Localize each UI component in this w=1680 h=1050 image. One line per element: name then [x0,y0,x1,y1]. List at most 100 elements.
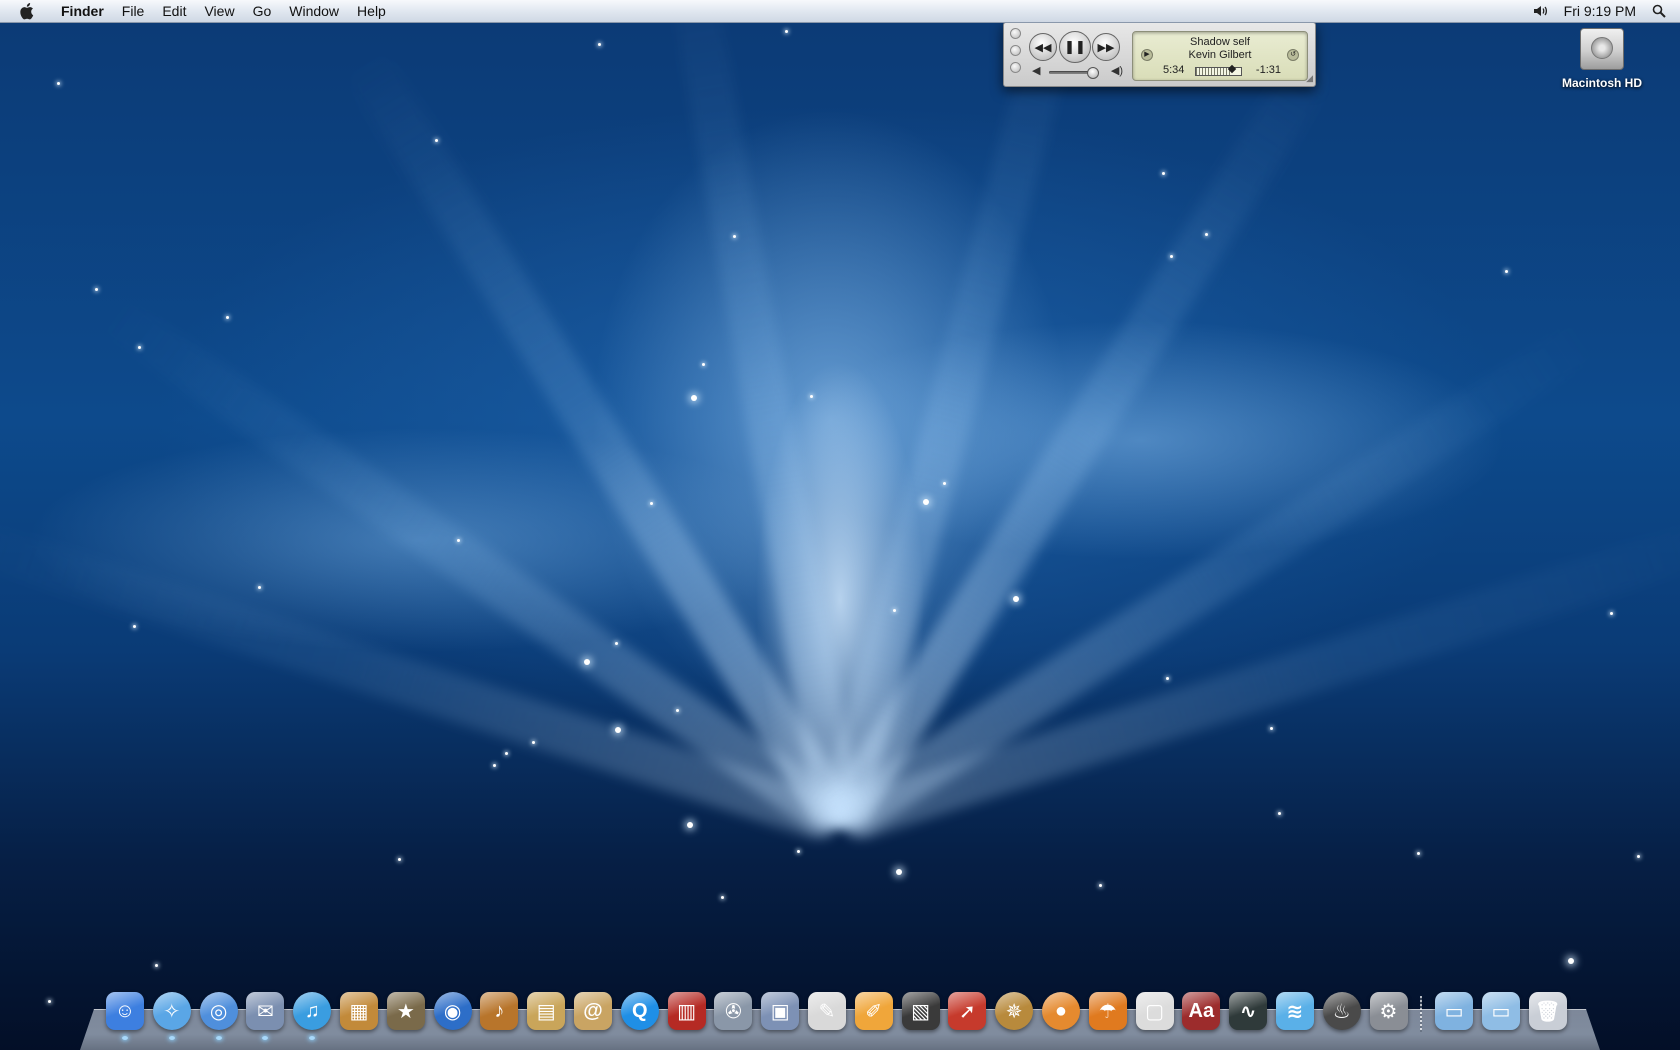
dock-activity-monitor[interactable]: ∿ [1227,990,1269,1032]
menu-file[interactable]: File [113,0,154,22]
iphoto-icon: ▦ [339,992,378,1030]
dock-pages[interactable]: ✐ [853,990,895,1032]
clapper-icon: ▧ [901,992,940,1030]
time-remaining: -1:31 [1255,64,1281,76]
menu-help[interactable]: Help [348,0,395,22]
onyx-icon: ♨ [1322,992,1361,1030]
light-ray [820,47,1337,836]
next-track-button[interactable]: ▶▶ [1092,33,1120,61]
apple-icon[interactable] [18,1,38,21]
star [457,539,460,542]
dock-clapper[interactable]: ▧ [900,990,942,1032]
menu-view[interactable]: View [195,0,243,22]
star [1166,677,1169,680]
star [687,822,693,828]
piggy-bank-icon: ● [1041,992,1080,1030]
dock-downloads-folder[interactable]: ▭ [1480,990,1522,1032]
dock-imovie[interactable]: ★ [385,990,427,1032]
itunes-mini-player[interactable]: ◀◀ ❚❚ ▶▶ ◀ ◀) ▶ Shadow self Kevin Gilber… [1003,22,1316,87]
star [810,395,813,398]
window-zoom-button[interactable] [1010,62,1021,73]
volume-slider[interactable]: ◀ ◀) [1032,64,1127,80]
dock-classic-mac[interactable]: ▢ [1134,990,1176,1032]
star [785,30,788,33]
star [532,741,535,744]
star [650,502,653,505]
dock-transmit[interactable]: ➚ [946,990,988,1032]
window-minimize-button[interactable] [1010,45,1021,56]
star [923,499,929,505]
menu-bar: Finder File Edit View Go Window Help Fri… [0,0,1680,23]
star [57,82,60,85]
safari-icon: ✧ [152,992,191,1030]
progress-bar[interactable] [1195,64,1242,76]
dock-safari[interactable]: ✧ [151,990,193,1040]
dock-automator[interactable]: ✇ [712,990,754,1032]
dock-cog[interactable]: ✵ [993,990,1035,1032]
star [133,625,136,628]
dock-garageband[interactable]: ♪ [478,990,520,1032]
star [943,482,946,485]
star [258,586,261,589]
dock-front-row[interactable]: ▥ [666,990,708,1032]
desktop-icon-macintosh-hd[interactable]: Macintosh HD [1556,28,1648,90]
trash-icon: 🗑 [1528,992,1567,1030]
menu-go[interactable]: Go [244,0,281,22]
resize-grip-icon[interactable]: ◢ [1306,73,1313,84]
desktop-icon-label: Macintosh HD [1561,76,1642,90]
dock-preview[interactable]: ▣ [759,990,801,1032]
star [702,363,705,366]
ichat-icon: ◎ [199,992,238,1030]
star [1270,727,1273,730]
star [584,659,590,665]
speaker-icon[interactable] [1530,4,1552,18]
dock-quicktime[interactable]: Q [619,990,661,1032]
dock-fish[interactable]: ≋ [1274,990,1316,1032]
menu-clock[interactable]: Fri 9:19 PM [1552,0,1648,22]
menu-app-name[interactable]: Finder [52,0,113,22]
menu-edit[interactable]: Edit [153,0,195,22]
now-playing-display[interactable]: ▶ Shadow self Kevin Gilbert 5:34 -1:31 ↺ [1132,31,1308,81]
dock-idvd[interactable]: ◉ [432,990,474,1032]
dock-ichat[interactable]: ◎ [198,990,240,1040]
dock-umbrella[interactable]: ☂ [1087,990,1129,1032]
spotlight-icon[interactable] [1648,4,1670,18]
star [691,395,697,401]
idvd-icon: ◉ [433,992,472,1030]
dock-textedit[interactable]: ✎ [806,990,848,1032]
star [676,709,679,712]
snapback-icon[interactable]: ↺ [1287,49,1299,61]
pause-button[interactable]: ❚❚ [1059,31,1091,63]
applications-folder-icon: ▭ [1435,992,1474,1030]
menu-window[interactable]: Window [280,0,348,22]
dock: ☺ ✧ ◎ ✉ ♫ ▦ ★ ◉ ♪ ▤ @ Q ▥ ✇ ▣ ✎ ✐ ▧ ➚ ✵ ● ☂ ▢ Aa ∿ ≋ ♨ ⚙ ▭ ▭ 🗑 [80,990,1600,1050]
previous-track-button[interactable]: ◀◀ [1029,33,1057,61]
imovie-icon: ★ [386,992,425,1030]
time-elapsed: 5:34 [1163,64,1185,76]
dock-dictionary[interactable]: Aa [1180,990,1222,1032]
star [1205,233,1208,236]
window-close-button[interactable] [1010,28,1021,39]
star [1278,812,1281,815]
dock-system-preferences[interactable]: ⚙ [1368,990,1410,1032]
dock-iphoto[interactable]: ▦ [338,990,380,1032]
transmit-icon: ➚ [948,992,987,1030]
dock-onyx[interactable]: ♨ [1321,990,1363,1032]
hard-drive-icon [1580,28,1624,70]
cog-icon: ✵ [995,992,1034,1030]
dock-address-book[interactable]: @ [572,990,614,1032]
dock-separator[interactable] [1420,996,1423,1032]
dock-finder[interactable]: ☺ [104,990,146,1040]
dock-itunes[interactable]: ♫ [291,990,333,1040]
mail-icon: ✉ [246,992,285,1030]
volume-knob[interactable] [1086,67,1099,79]
pages-icon: ✐ [854,992,893,1030]
dock-iweb[interactable]: ▤ [525,990,567,1032]
running-indicator [215,1036,222,1040]
dock-applications-folder[interactable]: ▭ [1433,990,1475,1032]
dock-piggy-bank[interactable]: ● [1040,990,1082,1032]
running-indicator [168,1036,175,1040]
dock-mail[interactable]: ✉ [244,990,286,1040]
dock-icons: ☺ ✧ ◎ ✉ ♫ ▦ ★ ◉ ♪ ▤ @ Q ▥ ✇ ▣ ✎ ✐ ▧ ➚ ✵ ● ☂ ▢ Aa ∿ ≋ ♨ ⚙ ▭ ▭ 🗑 [104,990,1569,1040]
dock-trash[interactable]: 🗑 [1527,990,1569,1032]
